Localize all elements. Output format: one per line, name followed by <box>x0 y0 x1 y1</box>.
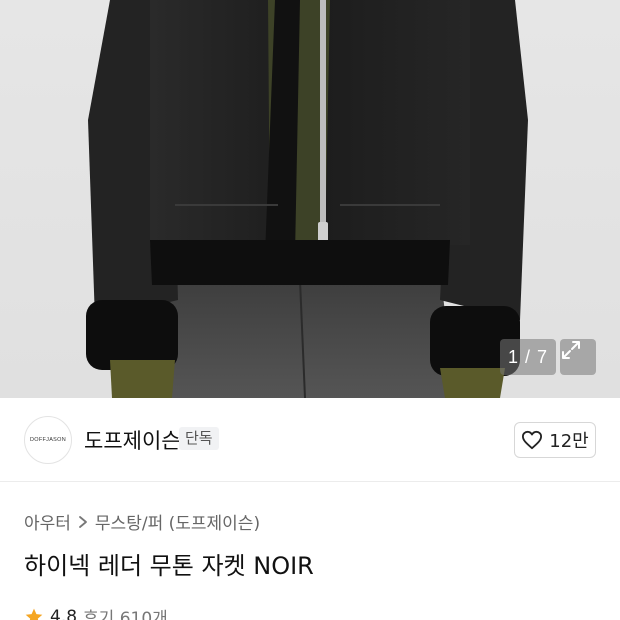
breadcrumb-subcategory[interactable]: 무스탕/퍼 (도프제이슨) <box>95 509 260 534</box>
brand-logo-text: DOFFJASON <box>29 437 66 443</box>
star-icon <box>25 608 43 620</box>
product-title: 하이넥 레더 무톤 자켓 NOIR <box>24 552 314 580</box>
review-count[interactable]: 후기 610개 <box>83 604 168 620</box>
like-count: 12만 <box>549 431 589 452</box>
image-counter: 1 / 7 <box>500 339 556 375</box>
heart-icon <box>522 430 543 450</box>
brand-name[interactable]: 도프제이슨 <box>84 425 181 455</box>
chevron-right-icon <box>79 515 87 528</box>
expand-button[interactable] <box>560 339 596 375</box>
rating-value: 4.8 <box>50 606 78 620</box>
product-image[interactable]: 1 / 7 <box>0 0 620 398</box>
breadcrumb-category[interactable]: 아우터 <box>24 509 71 534</box>
brand-row: DOFFJASON 도프제이슨 단독 12만 <box>0 398 620 482</box>
like-button[interactable]: 12만 <box>514 422 596 458</box>
rating-row[interactable]: 4.8 후기 610개 <box>24 604 168 620</box>
breadcrumb: 아우터 무스탕/퍼 (도프제이슨) <box>24 509 260 534</box>
brand-logo[interactable]: DOFFJASON <box>24 416 72 464</box>
expand-icon <box>562 341 580 359</box>
exclusive-badge: 단독 <box>179 427 219 450</box>
